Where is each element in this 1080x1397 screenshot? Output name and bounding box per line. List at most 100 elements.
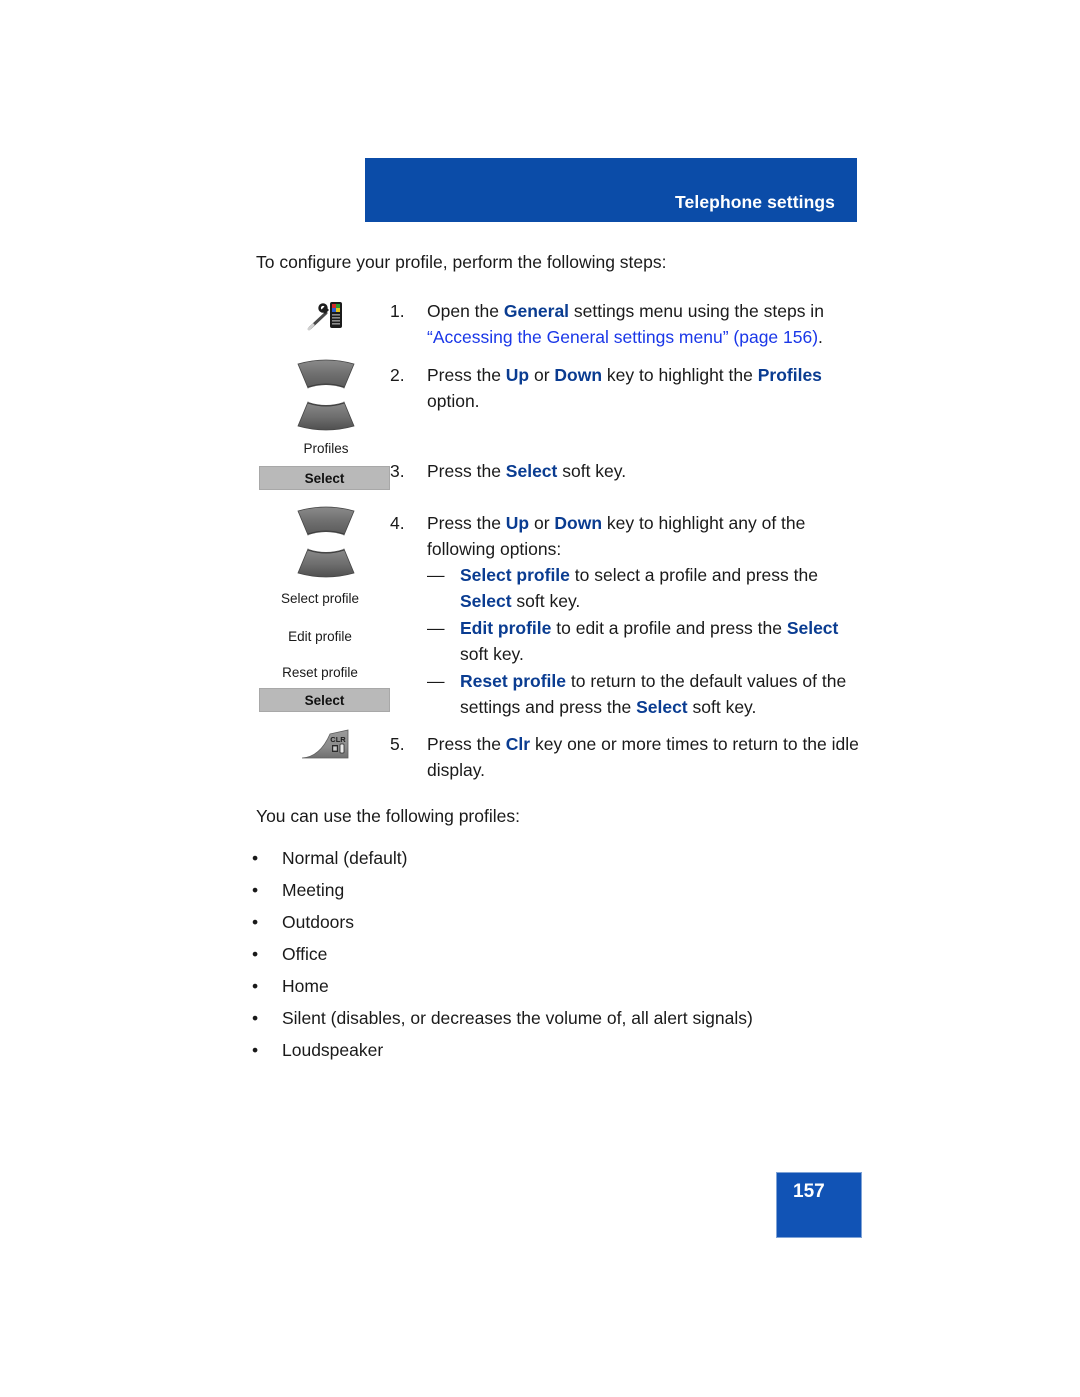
clr-key-icon: CLR xyxy=(300,728,352,762)
bullet-icon-2: • xyxy=(252,880,259,900)
sub-option-3-keyword: Reset profile xyxy=(460,671,566,691)
profile-label-outdoors: Outdoors xyxy=(282,912,354,932)
step-5-number: 5. xyxy=(390,734,405,754)
step-1-number: 1. xyxy=(390,301,405,321)
sub-option-1-part-1: to select a profile and press the xyxy=(569,565,818,585)
up-key-wedge xyxy=(297,359,355,396)
step-3: 3. Press the Select soft key. xyxy=(390,458,860,484)
step-4-keyword-up: Up xyxy=(505,513,530,533)
bullet-icon-5: • xyxy=(252,976,259,996)
bullet-icon-1: • xyxy=(252,848,259,868)
profile-list-item-meeting: • Meeting xyxy=(252,877,344,903)
sub-option-select-profile: — Select profile to select a profile and… xyxy=(427,562,867,614)
bullet-icon-6: • xyxy=(252,1008,259,1028)
step-4: 4. Press the Up or Down key to highlight… xyxy=(390,510,860,562)
sub-option-3-part-3: soft key. xyxy=(687,697,757,717)
select-soft-key-2-label: Select xyxy=(304,692,345,708)
step-3-part-2: soft key. xyxy=(557,461,627,481)
sub-option-reset-profile: — Reset profile to return to the default… xyxy=(427,668,867,720)
step-4-number: 4. xyxy=(390,513,405,533)
sub-option-2-keyword: Edit profile xyxy=(460,618,552,638)
step-3-text: Press the Select soft key. xyxy=(427,458,860,484)
step-5-text: Press the Clr key one or more times to r… xyxy=(427,731,860,783)
step-2-part-2: or xyxy=(529,365,555,385)
step-3-part-0: Press the xyxy=(427,461,506,481)
profile-label-office: Office xyxy=(282,944,328,964)
step-2-keyword-up: Up xyxy=(505,365,530,385)
cross-reference-link-accessing-general-settings[interactable]: “Accessing the General settings menu” (p… xyxy=(427,327,818,347)
step-4-text: Press the Up or Down key to highlight an… xyxy=(427,510,860,562)
step-1-part-2: settings menu using the steps in xyxy=(569,301,824,321)
profile-label-loudspeaker: Loudspeaker xyxy=(282,1040,384,1060)
step-1-part-4: . xyxy=(818,327,823,347)
sub-option-1-part-3: soft key. xyxy=(511,591,581,611)
profile-list-item-loudspeaker: • Loudspeaker xyxy=(252,1037,383,1063)
nav-key-caption-select-profile: Select profile xyxy=(280,591,360,606)
sub-option-3-keyword-select: Select xyxy=(636,697,688,717)
profile-label-normal: Normal (default) xyxy=(282,848,408,868)
select-soft-key-1[interactable]: Select xyxy=(259,466,390,490)
step-2-part-0: Press the xyxy=(427,365,506,385)
nav-key-caption-profiles: Profiles xyxy=(303,441,349,456)
select-soft-key-1-label: Select xyxy=(304,470,345,486)
page-number: 157 xyxy=(793,1181,825,1202)
step-5: 5. Press the Clr key one or more times t… xyxy=(390,731,860,783)
step-4-keyword-down: Down xyxy=(554,513,603,533)
down-key-wedge xyxy=(297,394,355,431)
step-5-keyword-clr: Clr xyxy=(505,734,531,754)
step-1-text: Open the General settings menu using the… xyxy=(427,298,860,350)
profile-list-item-silent: • Silent (disables, or decreases the volu… xyxy=(252,1005,753,1031)
profiles-intro-paragraph: You can use the following profiles: xyxy=(256,806,520,826)
step-1: 1. Open the General settings menu using … xyxy=(390,298,860,350)
sub-option-2-part-3: soft key. xyxy=(460,644,524,664)
document-page: Telephone settings To configure your pro… xyxy=(0,0,1080,1397)
down-key-wedge-2 xyxy=(297,541,355,578)
nav-key-caption-reset-profile: Reset profile xyxy=(282,665,358,680)
profile-list-item-outdoors: • Outdoors xyxy=(252,909,354,935)
profile-label-meeting: Meeting xyxy=(282,880,345,900)
sub-option-1-keyword: Select profile xyxy=(460,565,570,585)
step-3-number: 3. xyxy=(390,461,405,481)
page-number-box: 157 xyxy=(776,1172,862,1238)
profile-list-item-home: • Home xyxy=(252,973,329,999)
intro-paragraph: To configure your profile, perform the f… xyxy=(256,252,667,272)
step-4-part-0: Press the xyxy=(427,513,506,533)
step-1-keyword-general: General xyxy=(503,301,570,321)
bullet-icon-3: • xyxy=(252,912,259,932)
select-soft-key-2[interactable]: Select xyxy=(259,688,390,712)
step-2: 2. Press the Up or Down key to highlight… xyxy=(390,362,860,414)
step-2-part-4: key to highlight the xyxy=(602,365,758,385)
step-1-part-0: Open the xyxy=(427,301,504,321)
sub-option-2-text: Edit profile to edit a profile and press… xyxy=(460,615,867,667)
navigation-updown-key-icon xyxy=(288,356,364,434)
profile-list-item-office: • Office xyxy=(252,941,327,967)
bullet-icon-4: • xyxy=(252,944,259,964)
step-5-part-0: Press the xyxy=(427,734,506,754)
sub-option-1-keyword-select: Select xyxy=(460,591,512,611)
settings-wrench-phone-icon xyxy=(306,298,346,334)
sub-option-dash-1: — xyxy=(427,565,445,585)
svg-text:CLR: CLR xyxy=(330,735,346,744)
bullet-icon-7: • xyxy=(252,1040,259,1060)
sub-option-2-keyword-select: Select xyxy=(786,618,839,638)
profile-label-silent: Silent (disables, or decreases the volum… xyxy=(282,1008,753,1028)
navigation-updown-key-icon-2 xyxy=(288,503,364,581)
step-3-keyword-select: Select xyxy=(505,461,558,481)
step-2-number: 2. xyxy=(390,365,405,385)
sub-option-edit-profile: — Edit profile to edit a profile and pre… xyxy=(427,615,867,667)
sub-option-2-part-1: to edit a profile and press the xyxy=(551,618,787,638)
profile-list-item-normal: • Normal (default) xyxy=(252,845,407,871)
chapter-header-banner: Telephone settings xyxy=(365,158,857,222)
step-4-part-2: or xyxy=(529,513,555,533)
step-2-part-6: option. xyxy=(427,391,480,411)
sub-option-dash-3: — xyxy=(427,671,445,691)
step-2-keyword-profiles: Profiles xyxy=(757,365,822,385)
step-2-keyword-down: Down xyxy=(554,365,603,385)
up-key-wedge-2 xyxy=(297,506,355,543)
nav-key-caption-edit-profile: Edit profile xyxy=(288,629,352,644)
sub-option-3-text: Reset profile to return to the default v… xyxy=(460,668,867,720)
chapter-title: Telephone settings xyxy=(675,192,835,212)
profile-label-home: Home xyxy=(282,976,329,996)
sub-option-dash-2: — xyxy=(427,618,445,638)
sub-option-1-text: Select profile to select a profile and p… xyxy=(460,562,867,614)
